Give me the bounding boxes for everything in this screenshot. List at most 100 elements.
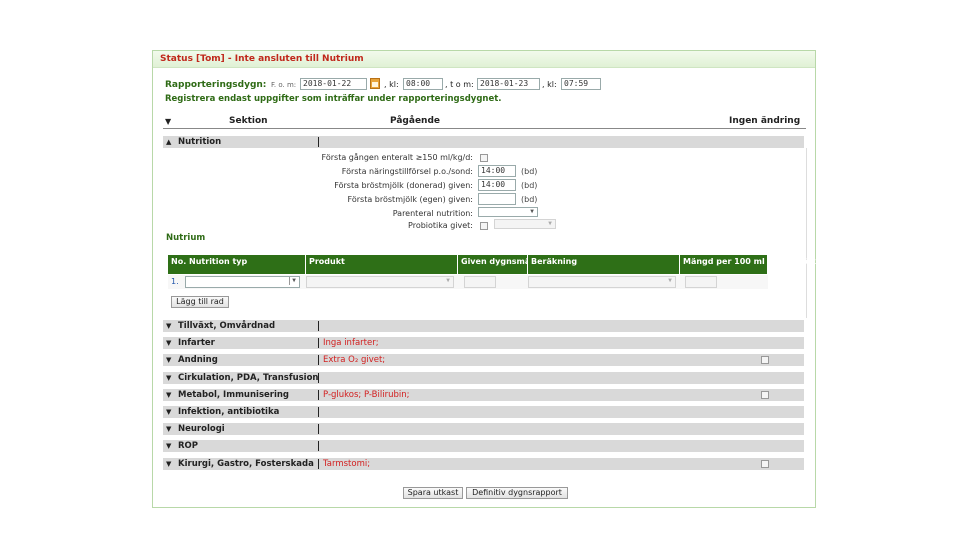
amount-per-100ml-input[interactable] bbox=[685, 276, 717, 288]
nutrium-table-header: No. Nutrition typ Produkt Given dygnsmän… bbox=[168, 255, 816, 274]
section-header[interactable]: ▼ Andning Extra O₂ givet; bbox=[163, 354, 804, 367]
section-status-text: Inga infarter; bbox=[323, 338, 379, 349]
unit-bd: (bd) bbox=[521, 181, 538, 190]
th-no: No. bbox=[171, 257, 187, 266]
select-arrow-icon: ▼ bbox=[289, 277, 298, 285]
th-product: Produkt bbox=[306, 255, 458, 274]
chevron-down-icon: ▼ bbox=[166, 408, 172, 416]
nutrition-labels: Första gången enteralt ≥150 ml/kg/d: För… bbox=[163, 148, 473, 238]
select-arrow-icon: ▼ bbox=[668, 277, 672, 284]
section-nutrition[interactable]: ▲ Nutrition bbox=[163, 136, 804, 148]
calculation-select[interactable]: ▼ bbox=[528, 276, 676, 288]
collapse-all-icon[interactable]: ▼ bbox=[165, 117, 171, 126]
chevron-down-icon: ▼ bbox=[166, 339, 172, 348]
section-label: Tillväxt, Omvårdnad bbox=[178, 321, 276, 331]
nutrition-panel: Första gången enteralt ≥150 ml/kg/d: För… bbox=[163, 148, 816, 318]
status-bar: Status [Tom] - Inte ansluten till Nutriu… bbox=[153, 51, 815, 68]
section-label: Kirurgi, Gastro, Fosterskada bbox=[178, 458, 314, 469]
row-number: 1. bbox=[171, 277, 179, 286]
nutrition-type-select[interactable]: ▼ bbox=[185, 276, 300, 288]
th-calculation: Beräkning bbox=[528, 255, 680, 274]
section-header[interactable]: ▼ Infektion, antibiotika bbox=[163, 406, 804, 418]
divider bbox=[318, 407, 319, 417]
section-status-text: Tarmstomi; bbox=[323, 458, 371, 469]
unit-bd: (bd) bbox=[521, 167, 538, 176]
divider bbox=[318, 389, 319, 400]
no-change-checkbox[interactable] bbox=[761, 459, 769, 468]
section-header[interactable]: ▼ Neurologi bbox=[163, 423, 804, 436]
section-header[interactable]: ▼ Kirurgi, Gastro, Fosterskada Tarmstomi; bbox=[163, 457, 804, 470]
first-feed-input[interactable]: 14:00 bbox=[478, 165, 516, 177]
kl-label-2: , kl: bbox=[542, 80, 557, 89]
no-change-checkbox[interactable] bbox=[761, 390, 769, 399]
chevron-down-icon: ▼ bbox=[166, 442, 172, 451]
kl-label-1: , kl: bbox=[384, 80, 399, 89]
divider bbox=[318, 137, 319, 147]
nutrium-table-row: 1. ▼ ▼ ▼ bbox=[168, 275, 768, 289]
field-label-donated-milk: Första bröstmjölk (donerad) given: bbox=[334, 181, 473, 190]
instruction-text: Registrera endast uppgifter som inträffa… bbox=[165, 94, 502, 104]
report-frame: Status [Tom] - Inte ansluten till Nutriu… bbox=[152, 50, 816, 508]
divider bbox=[318, 372, 319, 383]
section-status-text: P-glukos; P-Bilirubin; bbox=[323, 389, 410, 400]
section-label: Metabol, Immunisering bbox=[178, 389, 290, 400]
divider bbox=[318, 321, 319, 331]
section-header[interactable]: ▼ Metabol, Immunisering P-glukos; P-Biliru… bbox=[163, 388, 804, 401]
section-label: ROP bbox=[178, 441, 199, 452]
status-text: Status [Tom] - Inte ansluten till Nutriu… bbox=[160, 54, 364, 64]
add-row-button[interactable]: Lägg till rad bbox=[171, 296, 229, 308]
chevron-down-icon: ▼ bbox=[166, 459, 172, 468]
th-given-amount: Given dygnsmängd bbox=[458, 255, 547, 274]
report-day-label: Rapporteringsdygn: bbox=[165, 80, 267, 90]
divider bbox=[318, 458, 319, 469]
chevron-down-icon: ▼ bbox=[166, 425, 172, 434]
section-label: Infektion, antibiotika bbox=[178, 407, 280, 417]
section-label: Andning bbox=[178, 355, 218, 366]
section-status-text: Extra O₂ givet; bbox=[323, 355, 386, 366]
probiotics-checkbox[interactable] bbox=[480, 222, 488, 230]
donated-milk-input[interactable]: 14:00 bbox=[478, 179, 516, 191]
unit-bd: (bd) bbox=[521, 195, 538, 204]
save-draft-button[interactable]: Spara utkast bbox=[403, 487, 463, 499]
no-change-checkbox[interactable] bbox=[761, 356, 769, 365]
product-select[interactable]: ▼ bbox=[306, 276, 454, 288]
section-nutrition-label: Nutrition bbox=[178, 137, 222, 147]
th-nutrition-type: Nutrition typ bbox=[189, 257, 248, 266]
col-sektion: Sektion bbox=[229, 116, 268, 126]
parenteral-select[interactable]: ▼ bbox=[478, 207, 538, 217]
to-date-input[interactable]: 2018-01-23 bbox=[477, 78, 540, 90]
to-time-input[interactable]: 07:59 bbox=[561, 78, 601, 90]
tom-label: , t o m: bbox=[445, 80, 474, 89]
nutrium-title: Nutrium bbox=[166, 233, 206, 243]
final-report-button[interactable]: Definitiv dygnsrapport bbox=[466, 487, 568, 499]
given-amount-input[interactable] bbox=[464, 276, 496, 288]
field-label-enteral: Första gången enteralt ≥150 ml/kg/d: bbox=[321, 153, 473, 162]
from-time-input[interactable]: 08:00 bbox=[403, 78, 443, 90]
own-milk-input[interactable] bbox=[478, 193, 516, 205]
select-arrow-icon: ▼ bbox=[446, 277, 450, 284]
select-arrow-icon: ▼ bbox=[530, 208, 534, 215]
chevron-down-icon: ▼ bbox=[166, 373, 172, 382]
col-ingen-andring: Ingen ändring bbox=[729, 116, 801, 126]
probiotics-select[interactable]: ▼ bbox=[494, 219, 556, 229]
section-header[interactable]: ▼ Infarter Inga infarter; bbox=[163, 337, 804, 350]
divider bbox=[318, 355, 319, 366]
field-label-parenteral: Parenteral nutrition: bbox=[392, 209, 473, 218]
section-header[interactable]: ▼ Cirkulation, PDA, Transfusion bbox=[163, 371, 804, 384]
chevron-down-icon: ▼ bbox=[166, 322, 172, 330]
section-header[interactable]: ▼ ROP bbox=[163, 440, 804, 453]
from-date-input[interactable]: 2018-01-22 bbox=[300, 78, 367, 90]
section-header[interactable]: ▼ Tillväxt, Omvårdnad bbox=[163, 320, 804, 332]
chevron-up-icon: ▲ bbox=[166, 138, 172, 146]
divider bbox=[318, 441, 319, 452]
select-arrow-icon: ▼ bbox=[548, 220, 552, 227]
section-label: Infarter bbox=[178, 338, 215, 349]
field-label-first-feed: Första näringstillförsel p.o./sond: bbox=[341, 167, 473, 176]
calendar-icon[interactable] bbox=[370, 78, 380, 89]
th-no-type: No. Nutrition typ bbox=[168, 255, 306, 274]
enteral-checkbox[interactable] bbox=[480, 154, 488, 162]
field-label-probiotics: Probiotika givet: bbox=[408, 221, 473, 230]
divider bbox=[318, 338, 319, 349]
field-label-own-milk: Första bröstmjölk (egen) given: bbox=[347, 195, 473, 204]
th-amount-per-100ml: Mängd per 100 ml bröstmjölk bbox=[680, 255, 816, 274]
